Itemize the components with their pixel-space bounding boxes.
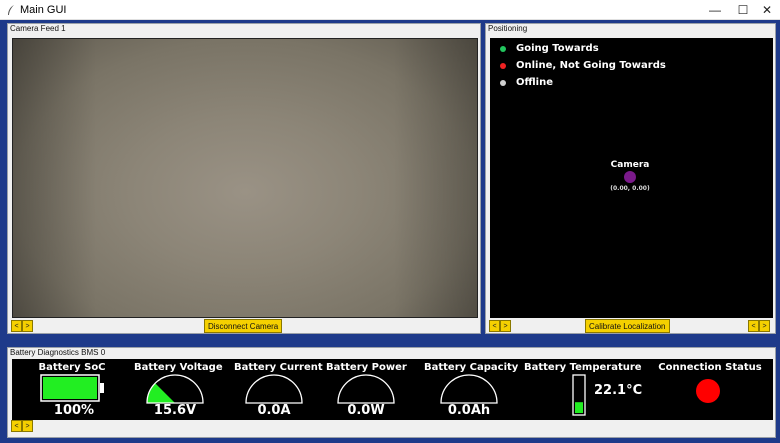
current-title: Battery Current xyxy=(234,362,323,373)
connection-title: Connection Status xyxy=(658,362,762,373)
camera-marker[interactable] xyxy=(624,171,636,183)
camera-coordinates: (0.00, 0.00) xyxy=(610,185,650,192)
red-dot-icon xyxy=(500,62,506,69)
camera-feed-view xyxy=(12,38,478,318)
positioning-map: Going Towards Online, Not Going Towards … xyxy=(490,38,773,318)
capacity-value: 0.0Ah xyxy=(447,403,491,418)
capacity-gauge xyxy=(440,374,498,404)
current-value: 0.0A xyxy=(257,403,291,418)
soc-value: 100% xyxy=(53,403,95,418)
title-bar: Main GUI — ☐ ✕ xyxy=(0,0,780,20)
legend-label: Online, Not Going Towards xyxy=(516,60,666,71)
positioning-prev-button[interactable]: < xyxy=(489,320,500,332)
temperature-value: 22.1°C xyxy=(594,383,643,398)
camera-feed-panel: Camera Feed 1 < > Disconnect Camera xyxy=(7,23,481,334)
window-title: Main GUI xyxy=(20,4,67,16)
capacity-title: Battery Capacity xyxy=(424,362,519,373)
camera-next-button[interactable]: > xyxy=(22,320,33,332)
power-gauge xyxy=(337,374,395,404)
battery-diagnostics-label: Battery Diagnostics BMS 0 xyxy=(10,348,106,357)
legend-label: Offline xyxy=(516,77,553,88)
thermometer-icon xyxy=(572,374,586,416)
positioning-right-next-button[interactable]: > xyxy=(759,320,770,332)
battery-next-button[interactable]: > xyxy=(22,420,33,432)
battery-metrics-strip: Battery SoC 100% Battery Voltage 15.6V B… xyxy=(12,359,773,420)
voltage-gauge xyxy=(146,374,204,404)
camera-feed-label: Camera Feed 1 xyxy=(10,24,66,33)
power-title: Battery Power xyxy=(326,362,407,373)
temperature-title: Battery Temperature xyxy=(524,362,642,373)
disconnect-camera-button[interactable]: Disconnect Camera xyxy=(204,319,283,333)
close-button[interactable]: ✕ xyxy=(752,0,780,20)
legend-label: Going Towards xyxy=(516,43,599,54)
voltage-value: 15.6V xyxy=(153,403,197,418)
camera-prev-button[interactable]: < xyxy=(11,320,22,332)
voltage-title: Battery Voltage xyxy=(134,362,223,373)
minimize-button[interactable]: — xyxy=(700,0,730,20)
connection-status-indicator xyxy=(696,379,720,403)
battery-diagnostics-panel: Battery Diagnostics BMS 0 Battery SoC 10… xyxy=(7,347,776,438)
positioning-right-prev-button[interactable]: < xyxy=(748,320,759,332)
battery-soc-icon xyxy=(40,374,104,402)
positioning-panel: Positioning Going Towards Online, Not Go… xyxy=(485,23,776,334)
calibrate-localization-button[interactable]: Calibrate Localization xyxy=(585,319,670,333)
camera-marker-label: Camera xyxy=(610,160,650,170)
battery-prev-button[interactable]: < xyxy=(11,420,22,432)
green-dot-icon xyxy=(500,45,506,52)
positioning-next-button[interactable]: > xyxy=(500,320,511,332)
feather-icon xyxy=(8,5,14,15)
legend-going-towards: Going Towards xyxy=(500,43,599,54)
current-gauge xyxy=(245,374,303,404)
legend-offline: Offline xyxy=(500,77,553,88)
legend-online-not-going: Online, Not Going Towards xyxy=(500,60,666,71)
grey-dot-icon xyxy=(500,79,506,86)
positioning-label: Positioning xyxy=(488,24,528,33)
power-value: 0.0W xyxy=(347,403,385,418)
soc-title: Battery SoC xyxy=(38,362,106,373)
